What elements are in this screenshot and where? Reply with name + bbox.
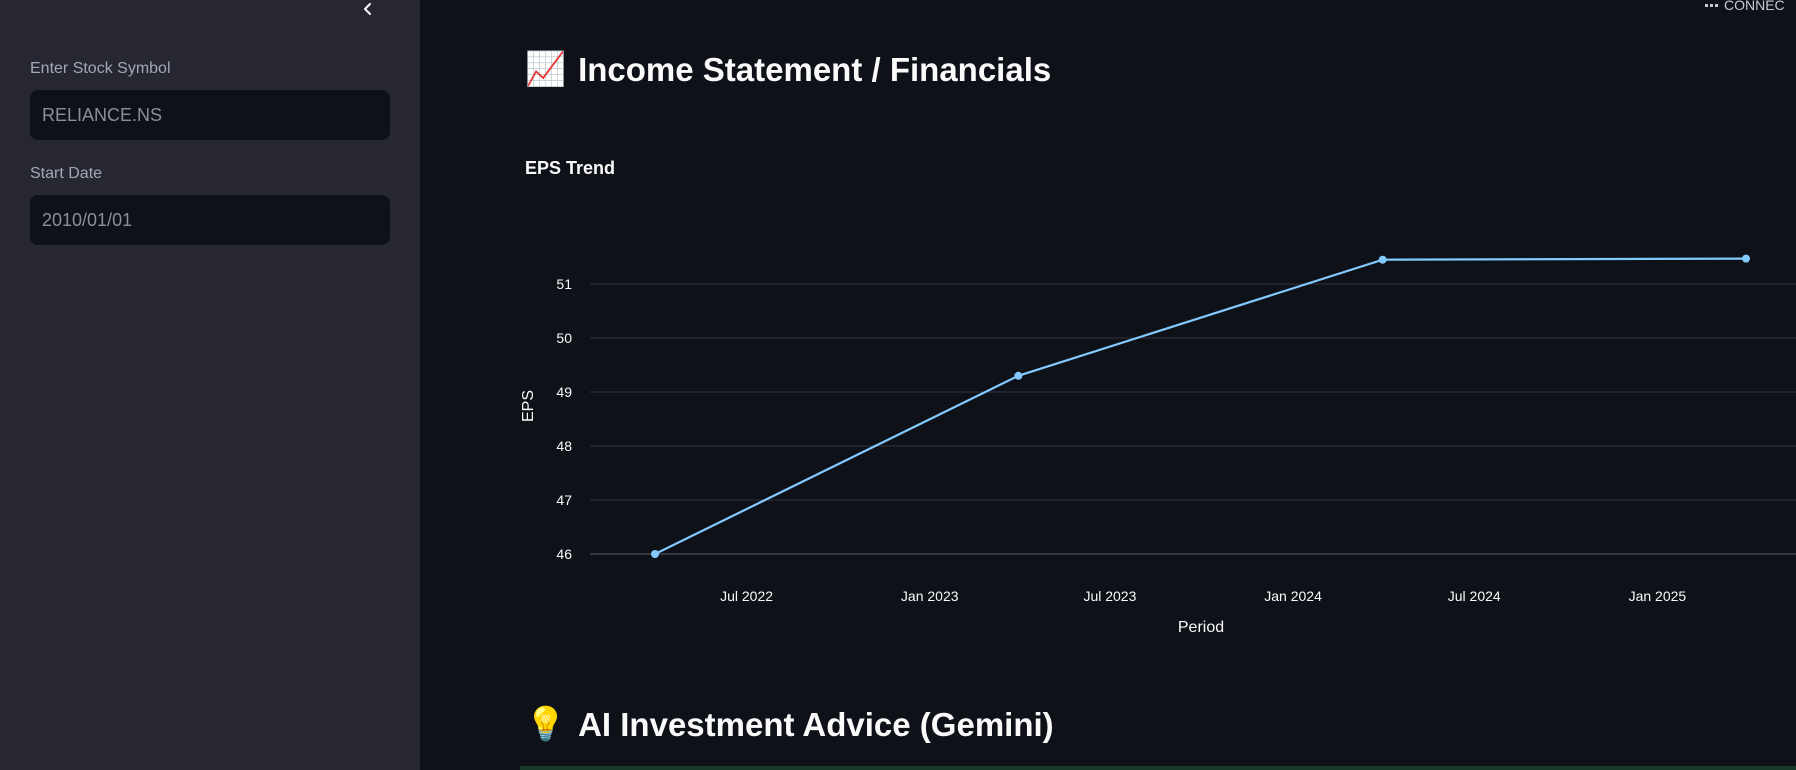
advice-box-edge <box>520 766 1796 770</box>
start-date-label: Start Date <box>30 165 103 182</box>
y-tick-label: 49 <box>556 384 572 400</box>
eps-trend-chart[interactable]: 46 47 48 49 50 51 Jul 2022 Jan 2023 Jul 2023 Jan… <box>420 0 1796 770</box>
x-axis-label: Period <box>1178 619 1224 636</box>
data-point[interactable] <box>1742 254 1750 263</box>
data-point[interactable] <box>651 550 659 558</box>
y-tick-label: 51 <box>556 276 572 292</box>
eps-series-line <box>654 257 1747 555</box>
y-tick-label: 47 <box>556 492 572 508</box>
y-axis-label: EPS <box>520 390 537 422</box>
y-tick-label: 50 <box>556 330 572 346</box>
y-tick-label: 48 <box>556 438 572 454</box>
chevron-left-icon <box>364 3 371 15</box>
x-tick-label: Jan 2024 <box>1264 588 1322 604</box>
y-tick-label: 46 <box>556 546 572 562</box>
light-bulb-icon: 💡 <box>525 705 567 742</box>
main-content: CONNEC 📈 Income Statement / Financials E… <box>420 0 1796 770</box>
stock-symbol-input[interactable]: RELIANCE.NS <box>30 90 390 140</box>
collapse-sidebar-button[interactable] <box>356 0 380 18</box>
stock-symbol-label: Enter Stock Symbol <box>30 60 171 77</box>
x-tick-label: Jul 2024 <box>1448 588 1501 604</box>
x-tick-label: Jan 2023 <box>901 588 959 604</box>
data-point[interactable] <box>1014 371 1023 380</box>
sidebar: Enter Stock Symbol RELIANCE.NS Start Dat… <box>0 0 420 770</box>
start-date-input[interactable]: 2010/01/01 <box>30 195 390 245</box>
x-tick-label: Jul 2022 <box>720 588 773 604</box>
ai-advice-heading-text: AI Investment Advice (Gemini) <box>578 705 1054 743</box>
x-tick-label: Jul 2023 <box>1083 588 1136 604</box>
x-tick-label: Jan 2025 <box>1629 588 1687 604</box>
data-point[interactable] <box>1378 255 1387 264</box>
ai-advice-heading: 💡 AI Investment Advice (Gemini) <box>525 705 1054 744</box>
